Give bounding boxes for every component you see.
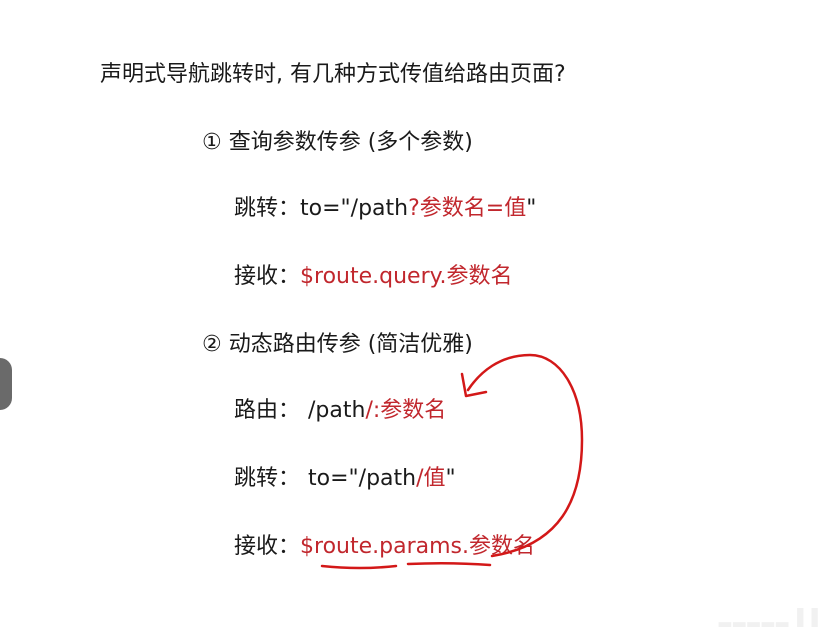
jump-quote: " <box>445 466 456 491</box>
receive-label: 接收： <box>234 534 301 559</box>
jump-label: 跳转： <box>234 466 301 491</box>
section1-receive-line: 接收：$route.query.参数名 <box>234 262 513 292</box>
receive-label: 接收： <box>234 264 301 289</box>
receive-query-code: $route.query.参数名 <box>300 264 513 289</box>
receive-suffix: .参数名 <box>462 534 536 559</box>
section2-heading: ② 动态路由传参 (简洁优雅) <box>202 332 473 357</box>
underline-params <box>406 561 492 567</box>
route-code: /path <box>308 398 366 423</box>
annotation-arrow-curve <box>466 353 584 558</box>
section2-receive-line: 接收：$route.params.参数名 <box>234 532 535 562</box>
slide: 声明式导航跳转时, 有几种方式传值给路由页面? ① 查询参数传参 (多个参数) … <box>0 0 832 629</box>
section1-heading: ① 查询参数传参 (多个参数) <box>202 130 473 155</box>
watermark: ▂▂▂▂▂ ▌▌ <box>718 608 826 627</box>
route-label: 路由： <box>234 398 301 423</box>
jump-label: 跳转： <box>234 196 301 221</box>
jump-query-param: ?参数名=值 <box>408 196 527 221</box>
side-handle[interactable] <box>0 358 12 410</box>
slide-title: 声明式导航跳转时, 有几种方式传值给路由页面? <box>100 62 566 87</box>
underline-route <box>320 564 398 570</box>
jump-code: to="/path <box>308 466 417 491</box>
section2-route-line: 路由： /path/:参数名 <box>234 396 446 426</box>
arrowhead <box>460 372 488 398</box>
route-param: /:参数名 <box>365 398 447 423</box>
receive-prefix: $route. <box>300 534 380 559</box>
receive-params: params <box>379 534 463 559</box>
jump-code: to="/path <box>300 196 409 221</box>
section1-jump-line: 跳转：to="/path?参数名=值" <box>234 194 536 224</box>
jump-param: /值 <box>416 466 446 491</box>
section2-jump-line: 跳转： to="/path/值" <box>234 464 456 494</box>
jump-quote: " <box>526 196 537 221</box>
